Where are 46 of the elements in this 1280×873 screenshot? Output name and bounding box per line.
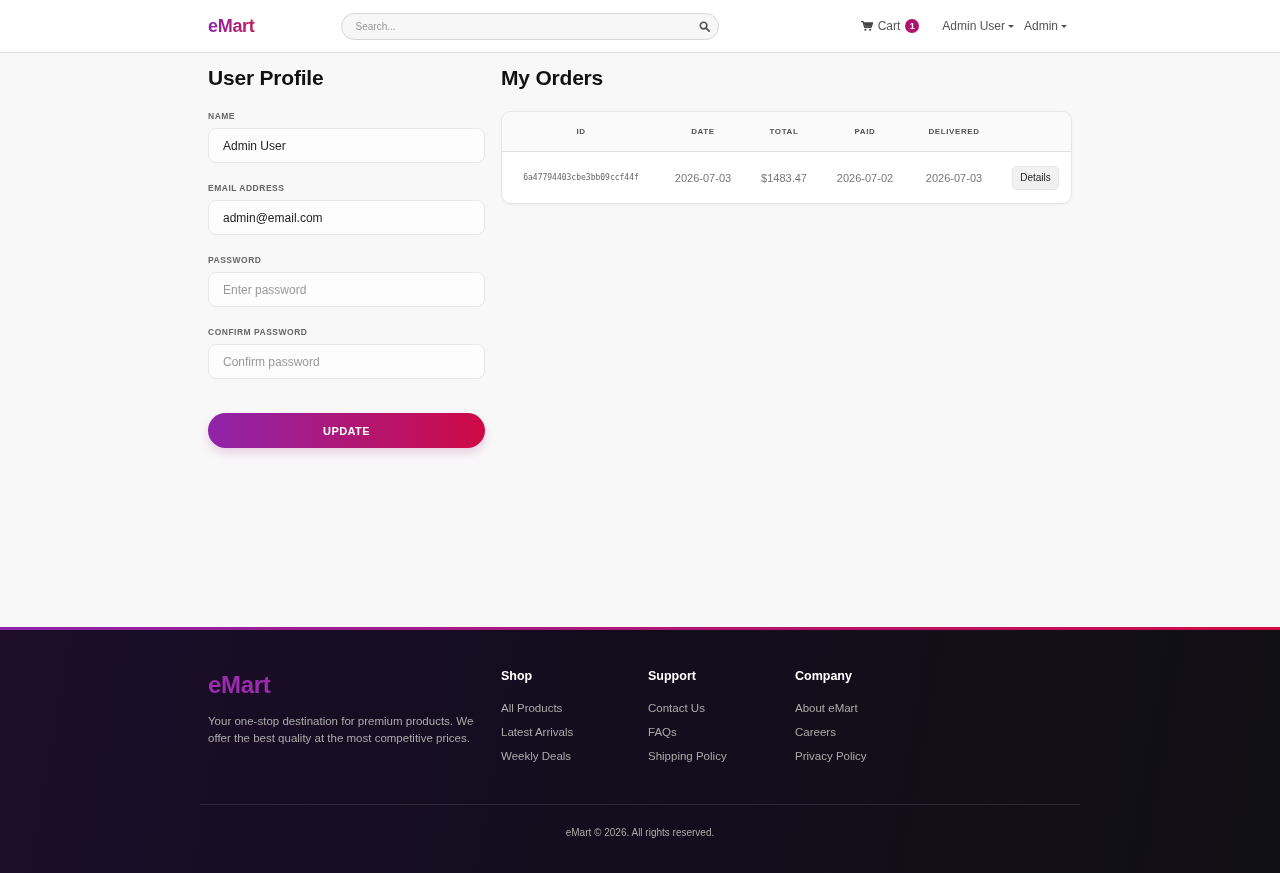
field-label: NAME xyxy=(208,110,236,122)
column-header: PAID xyxy=(854,127,876,136)
table-cell: 2026-07-02 xyxy=(836,171,894,184)
footer-link[interactable]: Weekly Deals xyxy=(501,748,572,764)
footer-link[interactable]: All Products xyxy=(501,700,563,716)
footer-link[interactable]: FAQs xyxy=(648,724,677,740)
footer-heading: Company xyxy=(795,668,852,684)
column-header: ID xyxy=(576,127,586,136)
details-button[interactable]: Details xyxy=(1012,165,1059,190)
column-header: TOTAL xyxy=(769,127,799,136)
footer-link[interactable]: About eMart xyxy=(795,700,858,716)
field-label: PASSWORD xyxy=(208,254,262,266)
field-label: CONFIRM PASSWORD xyxy=(208,326,308,338)
footer-tagline: Your one-stop destination for premium products. We offer the best quality at the most competitive prices. xyxy=(208,714,475,746)
footer-heading: Shop xyxy=(501,668,533,684)
column-header: DELIVERED xyxy=(928,127,980,136)
input-field[interactable]: admin@email.com xyxy=(208,200,485,235)
search-field[interactable]: Search... xyxy=(340,12,719,40)
cart-link[interactable]: Cart 1 xyxy=(860,19,920,33)
table-cell: $1483.47 xyxy=(761,171,807,184)
cart-icon xyxy=(860,21,873,31)
footer-link[interactable]: Careers xyxy=(795,724,836,740)
field-label: EMAIL ADDRESS xyxy=(208,182,285,194)
caret-icon xyxy=(1008,24,1014,28)
table-cell: 2026-07-03 xyxy=(674,171,732,184)
footer-link[interactable]: Contact Us xyxy=(648,700,705,716)
dropdown-menu[interactable]: Admin User xyxy=(942,19,1014,33)
column-header: DATE xyxy=(691,127,715,136)
page-heading: User Profile xyxy=(208,65,324,91)
update-button[interactable]: UPDATE xyxy=(208,413,485,448)
dropdown-menu[interactable]: Admin xyxy=(1024,19,1067,33)
page-heading: My Orders xyxy=(501,65,604,91)
table-cell: 2026-07-03 xyxy=(925,171,983,184)
footer-link[interactable]: Latest Arrivals xyxy=(501,724,574,740)
footer-logo: eMart xyxy=(208,670,271,700)
input-field[interactable]: Admin User xyxy=(208,128,485,163)
copyright-text: eMart © 2026. All rights reserved. xyxy=(565,826,715,840)
input-field[interactable]: Enter password xyxy=(208,272,485,307)
footer-link[interactable]: Shipping Policy xyxy=(648,748,727,764)
search-icon[interactable] xyxy=(698,20,710,32)
table-cell: 6a47794403cbe3bb09ccf44f xyxy=(523,173,639,182)
input-field[interactable]: Confirm password xyxy=(208,344,485,379)
footer-link[interactable]: Privacy Policy xyxy=(795,748,867,764)
footer-heading: Support xyxy=(648,668,696,684)
cart-count-badge: 1 xyxy=(905,19,920,33)
caret-icon xyxy=(1061,24,1067,28)
